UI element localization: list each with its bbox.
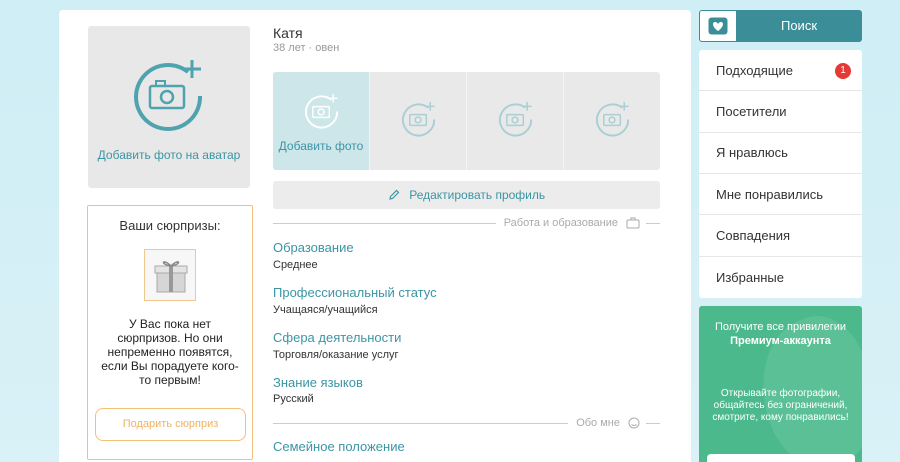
field-value-languages: Русский [273,393,314,405]
menu-item-label: Посетители [716,103,787,119]
menu-item-liked-me[interactable]: Я нравлюсь [699,133,862,174]
profile-name: Катя [273,25,303,41]
field-label-education: Образование [273,240,354,255]
profile-meta: 38 лет · овен [273,42,340,54]
smiley-icon [628,417,640,429]
sidebar-menu: Подходящие 1 Посетители Я нравлюсь Мне п… [699,50,862,298]
menu-item-matches[interactable]: Совпадения [699,215,862,257]
premium-description: Открывайте фотографии, общайтесь без огр… [712,388,849,423]
photo-strip: Добавить фото [273,72,660,170]
premium-name: Премиум-аккаунта [730,335,831,347]
add-photo-icon [134,60,203,131]
notification-badge: 1 [835,63,851,79]
menu-item-i-liked[interactable]: Мне понравились [699,174,862,216]
field-label-sphere: Сфера деятельности [273,330,402,345]
field-value-professional-status: Учащаяся/учащийся [273,304,378,316]
avatar-upload[interactable]: Добавить фото на аватар [88,26,250,188]
briefcase-icon [626,217,640,229]
field-value-education: Среднее [273,259,318,271]
menu-item-label: Мне понравились [716,186,824,202]
section-work-title: Работа и образование [503,217,618,229]
avatar-add-label: Добавить фото на аватар [97,148,241,162]
menu-item-label: Совпадения [716,227,791,243]
add-photo-icon [595,101,630,137]
menu-item-favorites[interactable]: Избранные [699,257,862,298]
field-label-marital-status: Семейное положение [273,439,405,454]
add-photo-slot[interactable]: Добавить фото [273,72,369,170]
pencil-icon [389,189,400,200]
menu-item-label: Я нравлюсь [716,145,788,161]
give-surprise-button[interactable]: Подарить сюрприз [95,408,246,441]
add-photo-icon [304,93,339,129]
add-photo-icon [498,101,533,137]
heart-icon [700,11,736,41]
section-about-divider: Обо мне [273,416,660,430]
surprises-panel: Ваши сюрпризы: У Вас пока нет сюрпризов.… [87,205,253,460]
premium-button[interactable] [707,454,855,462]
field-value-sphere: Торговля/оказание услуг [273,349,399,361]
field-label-professional-status: Профессиональный статус [273,285,437,300]
photo-slot[interactable] [369,72,466,170]
menu-item-label: Подходящие [716,62,793,78]
search-label: Поиск [780,18,818,33]
photo-slot[interactable] [563,72,660,170]
search-button[interactable]: Поиск [699,10,862,42]
add-photo-label: Добавить фото [278,139,364,153]
field-label-languages: Знание языков [273,375,363,390]
menu-item-matching[interactable]: Подходящие 1 [699,50,862,92]
edit-profile-button[interactable]: Редактировать профиль [273,181,660,209]
section-work-divider: Работа и образование [273,216,660,230]
menu-item-label: Избранные [716,269,784,285]
photo-slot[interactable] [466,72,563,170]
add-photo-icon [401,101,436,137]
edit-profile-label: Редактировать профиль [409,188,546,202]
surprises-title: Ваши сюрпризы: [119,218,221,233]
section-about-title: Обо мне [576,417,620,429]
premium-promo: Получите все привилегии Премиум-аккаунта… [699,306,862,462]
surprises-empty-text: У Вас пока нет сюрпризов. Но они непреме… [101,317,239,387]
menu-item-visitors[interactable]: Посетители [699,91,862,133]
gift-icon [144,249,196,301]
premium-title: Получите все привилегии [714,321,847,333]
